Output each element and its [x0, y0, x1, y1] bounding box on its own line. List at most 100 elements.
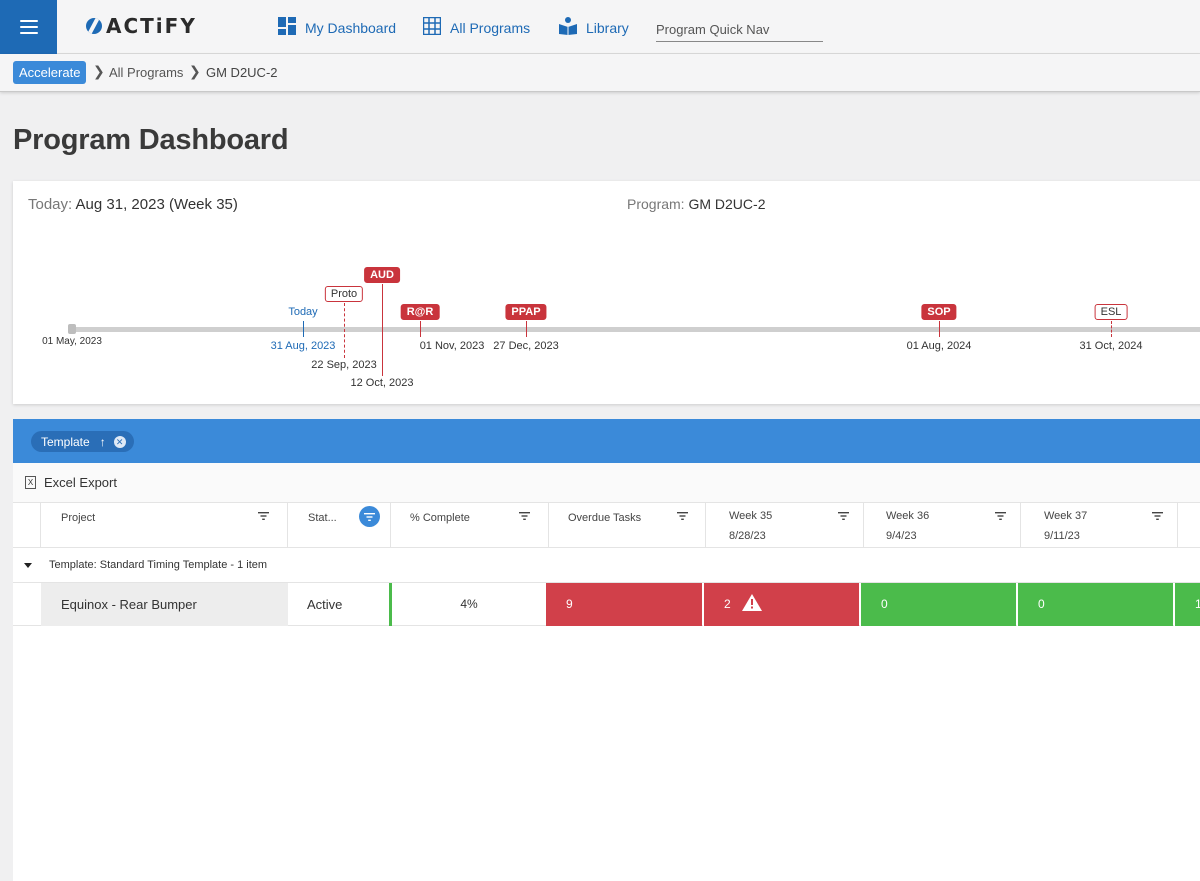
milestone-aud-line — [382, 284, 383, 376]
cell-week-35[interactable]: 2 — [703, 583, 859, 626]
milestone-ppap-date: 27 Dec, 2023 — [493, 340, 559, 352]
warning-icon — [742, 594, 762, 611]
cell-week-37[interactable]: 0 — [1017, 583, 1173, 626]
column-header-week-37[interactable]: Week 37 9/11/23 — [1021, 503, 1178, 548]
today-info: Today: Aug 31, 2023 (Week 35) — [28, 196, 238, 213]
timeline-start-date: 01 May, 2023 — [42, 336, 102, 347]
nav-all-programs[interactable]: All Programs — [422, 16, 531, 38]
column-title: Stat... — [308, 512, 337, 524]
column-title: Project — [61, 512, 96, 524]
program-quick-nav-input[interactable] — [656, 18, 823, 42]
active-filter-icon[interactable] — [359, 506, 380, 527]
cell-week-36[interactable]: 0 — [860, 583, 1016, 626]
milestone-aud-date: 12 Oct, 2023 — [350, 377, 414, 389]
milestone-ppap[interactable]: PPAP — [505, 304, 547, 320]
milestone-r-at-r-date: 01 Nov, 2023 — [419, 340, 485, 352]
column-subtitle: 8/28/23 — [729, 530, 766, 542]
group-row-label: Template: Standard Timing Template - 1 i… — [49, 559, 268, 571]
milestone-sop-line — [939, 321, 940, 337]
column-title: % Complete — [410, 512, 470, 524]
filter-icon[interactable] — [258, 511, 269, 521]
cell-project[interactable]: Equinox - Rear Bumper — [41, 583, 288, 626]
nav-my-dashboard-label: My Dashboard — [305, 19, 397, 36]
program-label: Program: — [627, 196, 685, 212]
chevron-right-icon: ❯ — [93, 63, 105, 79]
grid-icon — [422, 16, 442, 38]
nav-library-label: Library — [586, 19, 629, 36]
dashboard-icon — [278, 17, 296, 38]
today-label: Today: — [28, 196, 73, 213]
column-header-complete[interactable]: % Complete — [391, 503, 549, 548]
grid-toolbar: X Excel Export — [13, 463, 1200, 503]
breadcrumb-all-programs[interactable]: All Programs — [109, 65, 183, 80]
today-date: 31 Aug, 2023 — [270, 340, 336, 352]
today-value: Aug 31, 2023 (Week 35) — [75, 196, 238, 213]
program-value: GM D2UC-2 — [688, 196, 766, 212]
cell-overdue[interactable]: 9 — [546, 583, 702, 626]
column-subtitle: 9/4/23 — [886, 530, 917, 542]
column-header-week-35[interactable]: Week 35 8/28/23 — [706, 503, 864, 548]
filter-icon[interactable] — [838, 511, 849, 521]
milestone-r-at-r[interactable]: R@R — [400, 304, 440, 320]
milestone-sop[interactable]: SOP — [921, 304, 957, 320]
breadcrumb: Accelerate ❯ All Programs ❯ GM D2UC-2 — [0, 54, 1200, 92]
actify-logo[interactable]: ACTiFY — [86, 14, 197, 38]
collapse-caret-icon[interactable] — [24, 563, 32, 568]
menu-icon — [19, 20, 38, 34]
column-title: Week 36 — [886, 510, 930, 522]
top-bar: ACTiFY My Dashboard All Programs Library — [0, 0, 1200, 54]
excel-icon: X — [25, 476, 36, 489]
column-header-week-36[interactable]: Week 36 9/4/23 — [864, 503, 1021, 548]
milestone-r-at-r-line — [420, 321, 421, 337]
table-row[interactable]: Equinox - Rear Bumper Active 4% 9 2 0 0 … — [13, 583, 1200, 626]
chevron-right-icon: ❯ — [189, 63, 201, 79]
logo-text: ACTiFY — [106, 14, 197, 38]
group-chip-template[interactable]: Template ↑ ✕ — [31, 431, 134, 452]
breadcrumb-accelerate-button[interactable]: Accelerate — [13, 61, 87, 84]
milestone-ppap-line — [526, 321, 527, 337]
column-title: Week 35 — [729, 510, 773, 522]
milestone-proto-line — [344, 303, 345, 358]
milestone-esl-date: 31 Oct, 2024 — [1079, 340, 1143, 352]
remove-group-icon[interactable]: ✕ — [113, 435, 126, 448]
logo-icon — [86, 18, 102, 34]
hamburger-menu-button[interactable] — [0, 0, 57, 54]
header-spacer — [13, 503, 41, 548]
column-subtitle: 9/11/23 — [1044, 530, 1080, 542]
nav-my-dashboard[interactable]: My Dashboard — [278, 17, 396, 38]
cell-week-38[interactable]: 1 — [1174, 583, 1200, 626]
column-title: Week 37 — [1044, 510, 1088, 522]
nav-all-programs-label: All Programs — [450, 19, 531, 36]
sort-ascending-icon[interactable]: ↑ — [100, 435, 106, 449]
column-header-overdue[interactable]: Overdue Tasks — [549, 503, 706, 548]
timeline-track — [70, 327, 1200, 332]
cell-status: Active — [307, 597, 343, 612]
milestone-proto-date: 22 Sep, 2023 — [311, 359, 377, 371]
program-info: Program: GM D2UC-2 — [627, 196, 765, 212]
milestone-esl-line — [1111, 321, 1112, 337]
milestone-aud[interactable]: AUD — [364, 267, 400, 283]
timeline-card: Today: Aug 31, 2023 (Week 35) Program: G… — [13, 181, 1200, 404]
grid-header: Project Stat... % Complete Overdue Tasks… — [13, 503, 1200, 548]
filter-icon[interactable] — [1152, 511, 1163, 521]
filter-icon[interactable] — [995, 511, 1006, 521]
group-row: Template: Standard Timing Template - 1 i… — [13, 548, 1200, 583]
page-title: Program Dashboard — [13, 124, 289, 156]
nav-library[interactable]: Library — [559, 17, 629, 38]
timeline-start-marker — [68, 324, 76, 334]
filter-icon[interactable] — [519, 511, 530, 521]
today-marker-label: Today — [288, 306, 318, 318]
filter-icon[interactable] — [677, 511, 688, 521]
excel-export-label: Excel Export — [44, 475, 117, 490]
column-header-project[interactable]: Project — [41, 503, 288, 548]
library-icon — [559, 17, 577, 38]
grid-body: Template: Standard Timing Template - 1 i… — [13, 548, 1200, 881]
today-marker-line — [303, 321, 304, 337]
cell-week-35-value: 2 — [724, 597, 731, 611]
excel-export-button[interactable]: X Excel Export — [25, 475, 117, 490]
milestone-esl[interactable]: ESL — [1094, 304, 1128, 320]
milestone-proto[interactable]: Proto — [324, 286, 364, 302]
cell-complete: 4% — [460, 597, 478, 611]
group-by-bar: Template ↑ ✕ — [13, 419, 1200, 463]
column-header-status[interactable]: Stat... — [288, 503, 391, 548]
